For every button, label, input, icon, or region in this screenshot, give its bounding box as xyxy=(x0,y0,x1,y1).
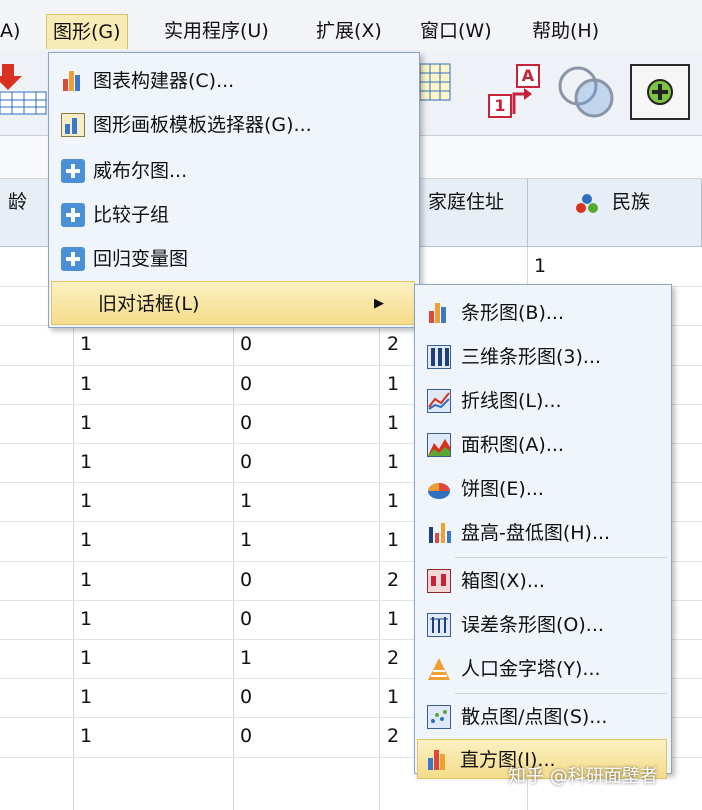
chart-builder-icon xyxy=(61,69,85,93)
submenu-item-error-bar[interactable]: 误差条形图(O)... xyxy=(417,603,667,647)
histogram-icon xyxy=(426,748,450,772)
table-cell[interactable]: 1 xyxy=(80,325,92,363)
table-cell[interactable]: 1 xyxy=(80,600,92,638)
table-cell[interactable]: 1 xyxy=(387,678,399,716)
submenu-item-line[interactable]: 折线图(L)... xyxy=(417,379,667,423)
table-cell[interactable]: 0 xyxy=(240,404,252,442)
plus-icon xyxy=(61,159,85,183)
submenu-item-area[interactable]: 面积图(A)... xyxy=(417,423,667,467)
table-cell[interactable]: 2 xyxy=(387,561,399,599)
table-cell[interactable]: 1 xyxy=(80,678,92,716)
menu-separator xyxy=(455,557,667,558)
menu-bar: A) 图形(G) 实用程序(U) 扩展(X) 窗口(W) 帮助(H) xyxy=(0,0,702,51)
submenu-item-high-low[interactable]: 盘高-盘低图(H)... xyxy=(417,511,667,555)
submenu-item-pie[interactable]: 饼图(E)... xyxy=(417,467,667,511)
menu-graphs[interactable]: 图形(G) xyxy=(46,14,128,49)
scatter-icon xyxy=(427,705,451,729)
table-cell[interactable]: 0 xyxy=(240,365,252,403)
pie-chart-icon xyxy=(427,477,451,501)
error-bar-icon xyxy=(427,613,451,637)
menu-analyze-partial[interactable]: A) xyxy=(0,14,26,48)
column-header-ethnicity-label: 民族 xyxy=(612,191,651,213)
menu-extensions[interactable]: 扩展(X) xyxy=(310,14,388,48)
value-labels-icon[interactable]: A 1 xyxy=(486,62,546,122)
menu-item-chart-builder[interactable]: 图表构建器(C)... xyxy=(51,59,415,103)
submenu-item-pyramid[interactable]: 人口金字塔(Y)... xyxy=(417,647,667,691)
table-cell[interactable]: 1 xyxy=(80,404,92,442)
submenu-item-scatter[interactable]: 散点图/点图(S)... xyxy=(417,695,667,739)
table-cell[interactable]: 1 xyxy=(240,639,252,677)
table-cell[interactable]: 2 xyxy=(387,717,399,755)
table-cell[interactable]: 1 xyxy=(240,521,252,559)
plus-icon xyxy=(61,203,85,227)
table-cell[interactable]: 1 xyxy=(387,600,399,638)
label-a-icon: A xyxy=(516,64,540,88)
pyramid-icon xyxy=(427,657,451,681)
submenu-item-boxplot[interactable]: 箱图(X)... xyxy=(417,559,667,603)
plus-icon xyxy=(61,247,85,271)
menu-utilities[interactable]: 实用程序(U) xyxy=(158,14,275,48)
bar-chart-icon xyxy=(427,301,451,325)
area-chart-icon xyxy=(427,433,451,457)
table-cell[interactable]: 0 xyxy=(240,443,252,481)
table-cell[interactable]: 1 xyxy=(387,443,399,481)
nominal-variable-icon xyxy=(576,194,598,213)
submenu-item-3d-bar[interactable]: 三维条形图(3)... xyxy=(417,335,667,379)
column-header-address[interactable]: 家庭住址 xyxy=(420,179,528,247)
venn-sets-icon[interactable] xyxy=(556,62,616,122)
menu-item-regression-plots[interactable]: 回归变量图 xyxy=(51,237,415,281)
table-cell[interactable]: 1 xyxy=(80,521,92,559)
submenu-arrow-icon: ▶ xyxy=(374,296,384,311)
menu-help[interactable]: 帮助(H) xyxy=(526,14,605,48)
line-chart-icon xyxy=(427,389,451,413)
menu-item-compare-subgroups[interactable]: 比较子组 xyxy=(51,193,415,237)
grid-col-line xyxy=(233,247,234,810)
table-cell[interactable]: 0 xyxy=(240,717,252,755)
table-cell[interactable]: 0 xyxy=(240,678,252,716)
table-cell[interactable]: 1 xyxy=(80,639,92,677)
label-1-icon: 1 xyxy=(488,94,512,118)
table-cell[interactable]: 1 xyxy=(80,561,92,599)
table-cell[interactable]: 1 xyxy=(240,482,252,520)
table-cell[interactable]: 1 xyxy=(387,365,399,403)
extension-add-icon[interactable] xyxy=(630,64,690,120)
table-cell[interactable]: 1 xyxy=(80,717,92,755)
menu-separator xyxy=(455,693,667,694)
data-import-icon[interactable] xyxy=(0,60,48,120)
template-chooser-icon xyxy=(61,113,85,137)
table-cell[interactable]: 1 xyxy=(387,404,399,442)
table-cell[interactable]: 1 xyxy=(80,365,92,403)
graphs-menu: 图表构建器(C)... 图形画板模板选择器(G)... 威布尔图... 比较子组… xyxy=(48,52,420,328)
high-low-chart-icon xyxy=(427,521,451,545)
table-cell[interactable]: 1 xyxy=(80,443,92,481)
table-cell[interactable]: 0 xyxy=(240,561,252,599)
menu-item-legacy-dialogs[interactable]: 旧对话框(L) ▶ xyxy=(51,281,415,325)
table-cell[interactable]: 0 xyxy=(240,325,252,363)
table-cell[interactable]: 1 xyxy=(534,247,546,285)
submenu-item-bar[interactable]: 条形图(B)... xyxy=(417,291,667,335)
watermark: 知乎 @科研面壁者 xyxy=(508,766,658,787)
column-header-ethnicity[interactable]: 民族 xyxy=(528,179,702,247)
3d-bar-chart-icon xyxy=(427,345,451,369)
legacy-dialogs-submenu: 条形图(B)... 三维条形图(3)... 折线图(L)... 面积图(A)..… xyxy=(414,284,672,779)
table-cell[interactable]: 1 xyxy=(387,521,399,559)
menu-item-template-chooser[interactable]: 图形画板模板选择器(G)... xyxy=(51,103,415,147)
table-cell[interactable]: 1 xyxy=(387,482,399,520)
table-cell[interactable]: 2 xyxy=(387,639,399,677)
menu-item-weibull[interactable]: 威布尔图... xyxy=(51,149,415,193)
table-cell[interactable]: 1 xyxy=(80,482,92,520)
boxplot-icon xyxy=(427,569,451,593)
grid-col-line xyxy=(379,247,380,810)
table-cell[interactable]: 2 xyxy=(387,325,399,363)
table-cell[interactable]: 0 xyxy=(240,600,252,638)
menu-window[interactable]: 窗口(W) xyxy=(414,14,498,48)
grid-col-line xyxy=(73,247,74,810)
grid-table-icon[interactable] xyxy=(418,62,454,104)
